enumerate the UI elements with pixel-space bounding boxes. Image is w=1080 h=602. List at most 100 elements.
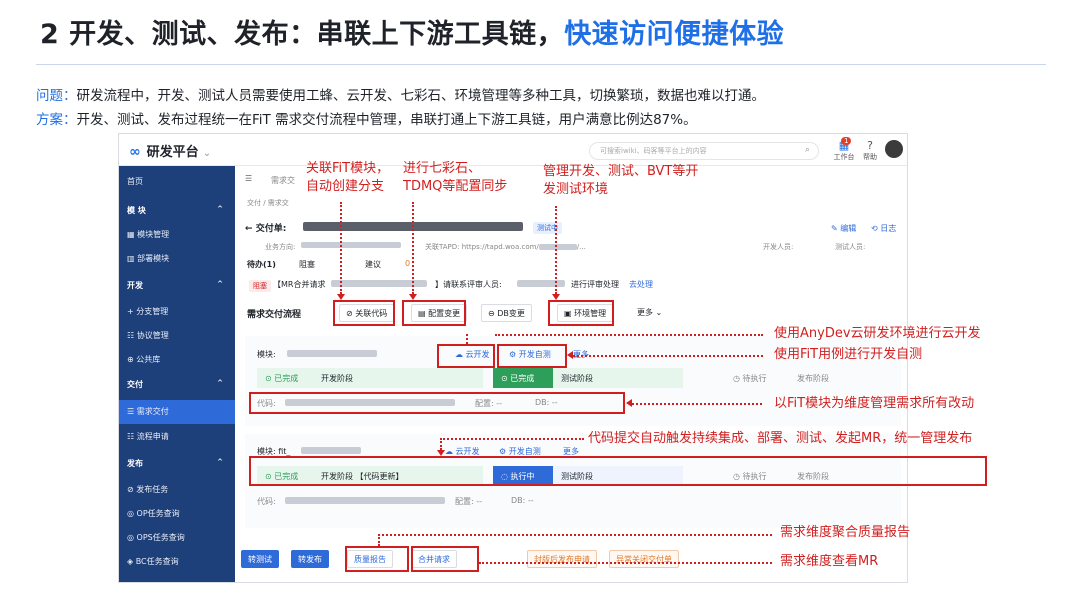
sidebar-item-public-lib[interactable]: ⊕ 公共库 bbox=[119, 348, 235, 372]
problem-line: 问题：研发流程中，开发、测试人员需要使用工蜂、云开发、七彩石、环境管理等多种工具… bbox=[36, 84, 765, 104]
sidebar-item-bc-task[interactable]: ◈ BC任务查询 bbox=[119, 550, 235, 574]
leader-line bbox=[378, 534, 772, 536]
highlight-merge-request bbox=[411, 546, 479, 572]
sidebar-item-protocol[interactable]: ☷ 协议管理 bbox=[119, 324, 235, 348]
chevron-up-icon: ^ bbox=[217, 280, 223, 288]
log-button[interactable]: ⟲ 日志 bbox=[871, 223, 896, 234]
stage-test-status: ⊙ 已完成 bbox=[493, 368, 553, 388]
tapd-link[interactable]: 关联TAPD: https://tapd.woa.com/ /... bbox=[425, 242, 586, 252]
leader-line bbox=[466, 334, 468, 344]
header-tab[interactable]: 需求交 bbox=[271, 175, 295, 186]
sidebar-label: 开发 bbox=[127, 281, 143, 290]
highlight-ci-row bbox=[249, 456, 987, 486]
sidebar-group-release[interactable]: 发布 ^ bbox=[119, 452, 235, 476]
arrow-left bbox=[567, 351, 573, 359]
blocked-tag: 阻塞 bbox=[249, 280, 271, 292]
biz-direction-redacted bbox=[301, 242, 401, 248]
avatar[interactable] bbox=[885, 140, 903, 158]
search-icon[interactable]: ⌕ bbox=[805, 145, 810, 155]
tab-todo[interactable]: 待办(1) bbox=[247, 259, 276, 270]
sidebar-item-ops-task[interactable]: ◎ OPS任务查询 bbox=[119, 526, 235, 550]
dev-selftest-label: 开发自测 bbox=[508, 447, 541, 456]
highlight-env-manage bbox=[548, 300, 614, 326]
sidebar-group-delivery[interactable]: 交付 ^ bbox=[119, 373, 235, 397]
title-main: 2 开发、测试、发布：串联上下游工具链， bbox=[40, 19, 565, 50]
app-logo[interactable]: ∞ 研发平台 ⌄ bbox=[129, 141, 211, 160]
sidebar-label: BC任务查询 bbox=[135, 557, 179, 566]
sidebar-item-requirement-delivery[interactable]: ☰ 需求交付 bbox=[119, 400, 235, 424]
main-panel: ☰ 需求交 交付 / 需求交 ← 交付单: 测试中 ✎ 编辑 ⟲ 日志 业务方向… bbox=[235, 166, 907, 582]
leader-line bbox=[632, 403, 762, 405]
sidebar-label: 流程申请 bbox=[136, 432, 169, 441]
sidebar-label: 首页 bbox=[127, 177, 143, 186]
sidebar-item-branch[interactable]: + 分支管理 bbox=[119, 300, 235, 324]
annotation-env-manage: 管理开发、测试、BVT等开 发测试环境 bbox=[543, 163, 698, 199]
help-button[interactable]: ? 帮助 bbox=[857, 139, 883, 162]
title-divider bbox=[36, 64, 1046, 65]
db-change-label: DB变更 bbox=[497, 309, 525, 318]
sidebar-item-deploy-module[interactable]: ▥ 部署模块 bbox=[119, 247, 235, 271]
db-value: DB: -- bbox=[511, 496, 534, 505]
highlight-link-code bbox=[333, 300, 395, 326]
leader-line bbox=[412, 202, 414, 294]
mr-go-link[interactable]: 去处理 bbox=[629, 279, 653, 290]
leader-line bbox=[479, 562, 772, 564]
help-icon: ? bbox=[867, 139, 873, 152]
sidebar-item-release-task[interactable]: ⊘ 发布任务 bbox=[119, 478, 235, 502]
stage-release: 发布阶段 bbox=[797, 374, 829, 383]
mr-reviewer-label: 】请联系评审人员: bbox=[435, 280, 502, 289]
freeze-release-button[interactable]: 封版后发布申请 bbox=[527, 550, 597, 568]
logo-icon: ∞ bbox=[129, 144, 141, 160]
sidebar-item-home[interactable]: 首页 bbox=[119, 170, 235, 194]
biz-direction-label: 业务方向: bbox=[265, 243, 296, 251]
edit-button[interactable]: ✎ 编辑 bbox=[831, 223, 856, 234]
suggest-count: 0 bbox=[405, 259, 411, 268]
sidebar-label: 需求交付 bbox=[136, 407, 169, 416]
annotation-config-sync: 进行七彩石、 TDMQ等配置同步 bbox=[403, 160, 507, 196]
annotation-ci: 代码提交自动触发持续集成、部署、测试、发起MR，统一管理发布 bbox=[588, 431, 973, 446]
tab-blocked[interactable]: 阻塞 bbox=[299, 259, 315, 270]
code-label: 代码: bbox=[257, 497, 276, 506]
chevron-up-icon: ^ bbox=[217, 458, 223, 466]
sidebar-item-op-task[interactable]: ◎ OP任务查询 bbox=[119, 502, 235, 526]
solution-key: 方案： bbox=[36, 112, 77, 128]
status-badge: 测试中 bbox=[533, 222, 562, 234]
search-input[interactable]: 可搜索iwiki、码客等平台上的内容 ⌕ bbox=[589, 142, 819, 160]
pending-label: 待执行 bbox=[742, 374, 767, 383]
leader-line bbox=[440, 438, 442, 450]
highlight-config-change bbox=[402, 300, 466, 326]
more-button[interactable]: 更多 ⌄ bbox=[631, 304, 669, 322]
leader-line bbox=[340, 202, 342, 294]
sidebar-label: 交付 bbox=[127, 380, 143, 389]
problem-key: 问题： bbox=[36, 88, 77, 104]
leader-line bbox=[573, 355, 763, 357]
module-name-redacted bbox=[301, 447, 361, 454]
stage-status-done: ⊙ 已完成 bbox=[257, 368, 313, 388]
db-change-button[interactable]: ⊖ DB变更 bbox=[481, 304, 532, 322]
annotation-quality-report: 需求维度聚合质量报告 bbox=[780, 525, 911, 540]
annotation-config-sync-line1: 进行七彩石、 bbox=[403, 161, 482, 176]
code-redacted bbox=[285, 497, 445, 504]
highlight-quality-report bbox=[345, 546, 409, 572]
module-label: 模块: bbox=[257, 350, 276, 359]
sidebar-group-dev[interactable]: 开发 ^ bbox=[119, 274, 235, 298]
sidebar-label: OP任务查询 bbox=[136, 509, 180, 518]
workbench-label: 工作台 bbox=[833, 153, 855, 161]
order-prefix: 交付单: bbox=[255, 224, 287, 234]
title-highlight: 快速访问便捷体验 bbox=[564, 19, 785, 50]
menu-icon[interactable]: ☰ bbox=[245, 174, 252, 183]
sidebar-group-module[interactable]: 模 块 ^ bbox=[119, 199, 235, 223]
test-person-label: 测试人员: bbox=[835, 243, 866, 251]
sidebar-label: 发布任务 bbox=[136, 485, 169, 494]
sidebar-item-module-manage[interactable]: ▦ 模块管理 bbox=[119, 223, 235, 247]
to-release-button[interactable]: 转发布 bbox=[291, 550, 329, 568]
chevron-down-icon: ⌄ bbox=[202, 148, 212, 159]
search-placeholder: 可搜索iwiki、码客等平台上的内容 bbox=[600, 147, 707, 155]
leader-line bbox=[440, 438, 584, 440]
sidebar-item-process-apply[interactable]: ☷ 流程申请 bbox=[119, 425, 235, 449]
close-order-button[interactable]: 异常关闭交付单 bbox=[609, 550, 679, 568]
sidebar-label: + 分支管理 bbox=[127, 307, 169, 316]
tab-suggest[interactable]: 建议 bbox=[365, 259, 381, 270]
tapd-redacted bbox=[538, 244, 577, 250]
to-test-button[interactable]: 转测试 bbox=[241, 550, 279, 568]
